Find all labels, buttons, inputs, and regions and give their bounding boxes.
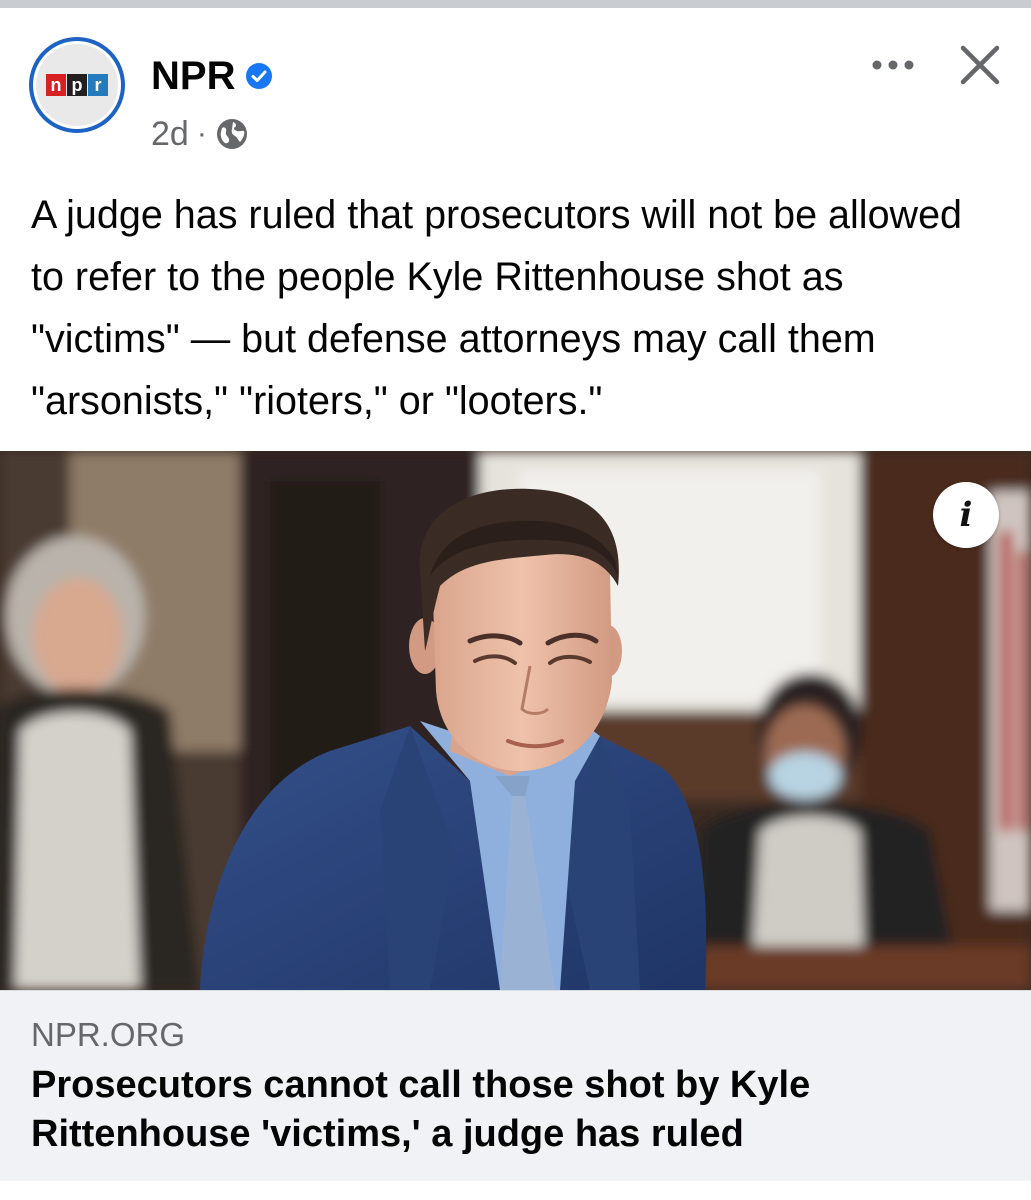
top-divider [0,0,1031,8]
more-options-button[interactable] [870,50,916,80]
logo-letter-p: p [67,74,87,96]
meta-separator: · [196,117,207,150]
info-button[interactable]: i [933,482,999,548]
close-icon[interactable] [957,42,1003,88]
post-text: A judge has ruled that prosecutors will … [31,193,963,423]
avatar-inner: n p r [36,44,118,126]
link-headline[interactable]: Prosecutors cannot call those shot by Ky… [31,1061,991,1159]
globe-icon[interactable] [215,117,249,151]
article-photo[interactable] [0,451,1031,990]
link-domain: NPR.ORG [31,1016,186,1053]
link-preview-card[interactable]: NPR.ORG Prosecutors cannot call those sh… [0,990,1031,1181]
author-row: NPR [151,52,273,100]
logo-letter-r: r [88,74,108,96]
logo-letter-n: n [46,74,66,96]
post-meta: 2d · [151,114,249,154]
page-avatar[interactable]: n p r [29,37,125,133]
verified-badge-icon [246,63,273,89]
more-dots-icon [872,60,914,70]
page-name[interactable]: NPR [151,52,235,100]
npr-logo: n p r [46,74,108,96]
info-icon: i [959,495,973,535]
post-timestamp[interactable]: 2d [151,114,189,154]
